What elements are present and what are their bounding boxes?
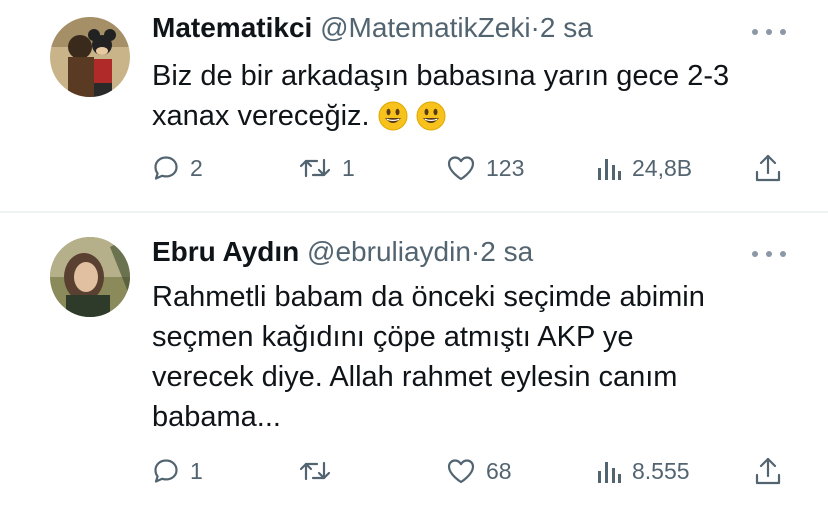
share-icon <box>755 154 781 182</box>
reply-count: 2 <box>190 154 203 181</box>
views-button[interactable]: 24,8B <box>596 151 692 185</box>
tweet-header: Matematikci @MatematikZeki·2 sa <box>152 12 593 44</box>
tweet-text: Rahmetli babam da önceki seçimde abimin … <box>152 277 802 437</box>
views-count: 24,8B <box>632 154 693 181</box>
share-icon <box>755 457 781 485</box>
separator-dot: · <box>530 12 540 43</box>
tweet-2[interactable]: Ebru Aydın @ebruliaydin·2 sa Rahmetli ba… <box>0 213 828 508</box>
tweet-actions: 1 68 8.555 <box>0 454 828 488</box>
author-name[interactable]: Matematikci <box>152 12 312 43</box>
reply-icon <box>154 156 178 180</box>
retweet-button[interactable] <box>298 454 342 488</box>
retweet-icon <box>299 158 331 178</box>
grinning-face-emoji <box>378 101 408 131</box>
reply-icon <box>154 459 178 483</box>
views-icon <box>598 159 621 180</box>
retweet-icon <box>299 461 331 481</box>
like-button[interactable]: 123 <box>446 151 524 185</box>
reply-count: 1 <box>190 457 203 484</box>
share-button[interactable] <box>754 151 782 185</box>
views-button[interactable]: 8.555 <box>596 454 690 488</box>
avatar[interactable] <box>50 17 130 97</box>
like-count: 123 <box>486 154 525 181</box>
tweet-text-line: verecek diye. Allah rahmet eylesin canım <box>152 361 678 393</box>
retweet-button[interactable]: 1 <box>298 151 355 185</box>
tweet-header: Ebru Aydın @ebruliaydin·2 sa <box>152 236 533 268</box>
views-count: 8.555 <box>632 457 690 484</box>
timestamp[interactable]: 2 sa <box>480 236 533 267</box>
like-button[interactable]: 68 <box>446 454 512 488</box>
grinning-face-emoji <box>416 101 446 131</box>
retweet-count: 1 <box>342 154 355 181</box>
avatar[interactable] <box>50 237 130 317</box>
like-count: 68 <box>486 457 512 484</box>
tweet-actions: 2 1 123 24,8B <box>0 151 828 185</box>
tweet-1[interactable]: Matematikci @MatematikZeki·2 sa Biz de b… <box>0 0 828 211</box>
heart-icon <box>447 459 475 484</box>
tweet-text-line: babama... <box>152 401 281 433</box>
more-options-icon[interactable] <box>752 27 786 37</box>
author-name[interactable]: Ebru Aydın <box>152 236 299 267</box>
tweet-text: Biz de bir arkadaşın babasına yarın gece… <box>152 56 802 136</box>
more-options-icon[interactable] <box>752 249 786 259</box>
separator-dot: · <box>470 236 481 267</box>
author-handle[interactable]: @ebruliaydin <box>307 236 471 267</box>
timestamp[interactable]: 2 sa <box>540 12 593 43</box>
reply-button[interactable]: 2 <box>152 151 203 185</box>
share-button[interactable] <box>754 454 782 488</box>
reply-button[interactable]: 1 <box>152 454 203 488</box>
tweet-text-line: Rahmetli babam da önceki seçimde abimin <box>152 281 705 313</box>
views-icon <box>598 462 621 483</box>
author-handle[interactable]: @MatematikZeki <box>320 12 530 43</box>
tweet-text-line: seçmen kağıdını çöpe atmıştı AKP ye <box>152 321 634 353</box>
heart-icon <box>447 156 475 181</box>
